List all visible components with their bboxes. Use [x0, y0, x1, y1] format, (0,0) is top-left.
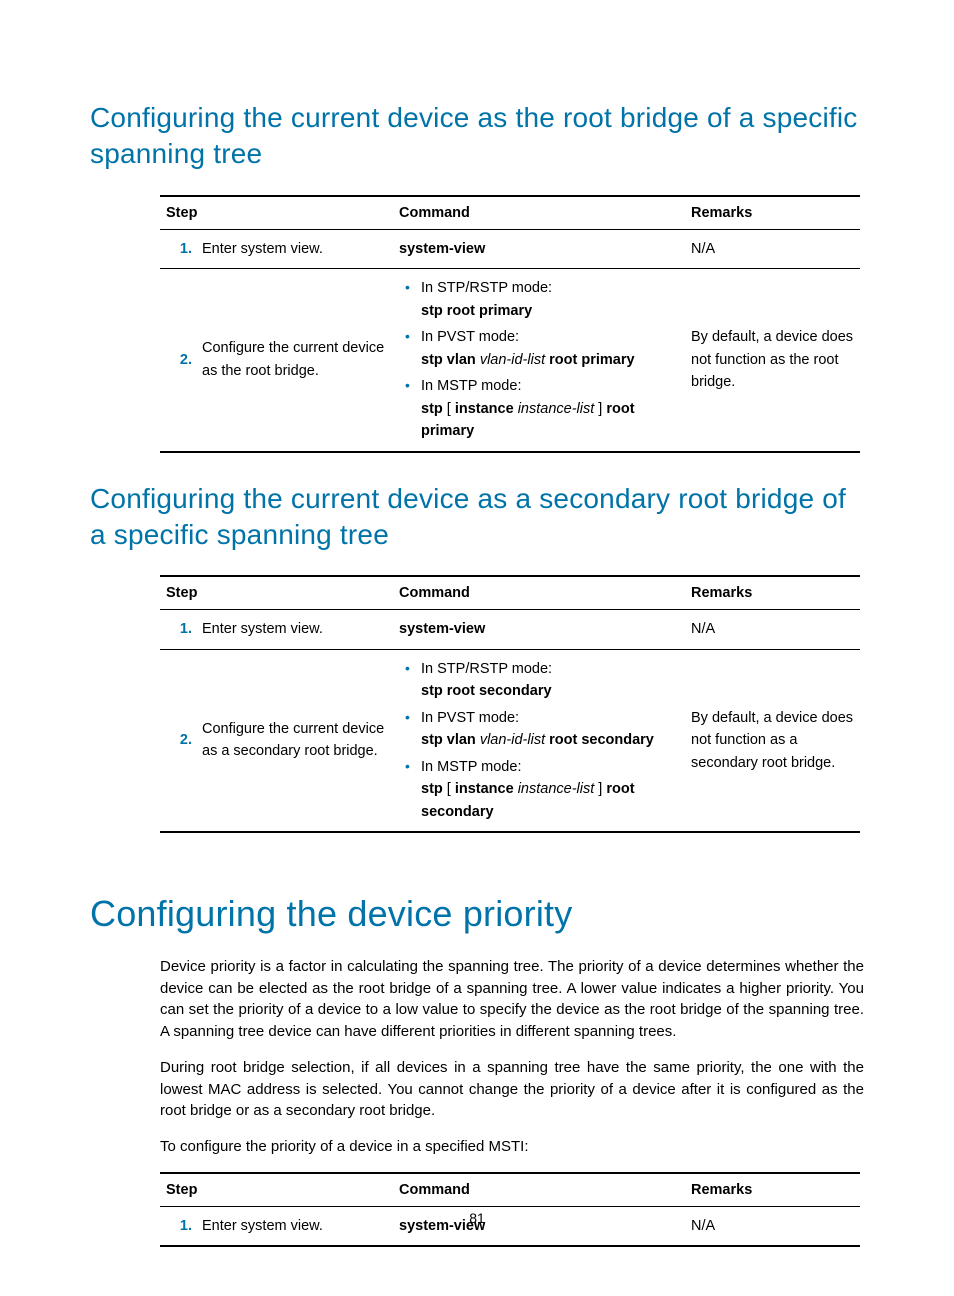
command-bullet: In PVST mode:stp vlan vlan-id-list root … [399, 326, 679, 371]
steps-table: StepCommandRemarks1.Enter system view.sy… [160, 575, 860, 833]
step-text: Configure the current device as a second… [196, 649, 393, 832]
table-row: 1.Enter system view.system-viewN/A [160, 610, 860, 649]
command-bullet: In STP/RSTP mode:stp root secondary [399, 658, 679, 703]
command-cell: system-view [393, 229, 685, 268]
step-number: 1. [160, 610, 196, 649]
command-bullet: In MSTP mode:stp [ instance instance-lis… [399, 375, 679, 442]
step-text: Configure the current device as the root… [196, 269, 393, 452]
col-remarks: Remarks [685, 196, 860, 230]
col-step: Step [160, 196, 393, 230]
step-number: 2. [160, 649, 196, 832]
paragraph: During root bridge selection, if all dev… [160, 1057, 864, 1122]
table-row: 2.Configure the current device as a seco… [160, 649, 860, 832]
step-number: 1. [160, 229, 196, 268]
command-cell: In STP/RSTP mode:stp root secondaryIn PV… [393, 649, 685, 832]
col-step: Step [160, 576, 393, 610]
section-heading: Configuring the current device as a seco… [90, 481, 864, 554]
step-text: Enter system view. [196, 229, 393, 268]
remarks-cell: By default, a device does not function a… [685, 649, 860, 832]
col-remarks: Remarks [685, 1173, 860, 1207]
steps-table: StepCommandRemarks1.Enter system view.sy… [160, 195, 860, 453]
command-bullet: In PVST mode:stp vlan vlan-id-list root … [399, 707, 679, 752]
step-text: Enter system view. [196, 610, 393, 649]
command-cell: In STP/RSTP mode:stp root primaryIn PVST… [393, 269, 685, 452]
paragraph: To configure the priority of a device in… [160, 1136, 864, 1158]
remarks-cell: N/A [685, 229, 860, 268]
col-command: Command [393, 196, 685, 230]
command-bullet: In STP/RSTP mode:stp root primary [399, 277, 679, 322]
section-heading: Configuring the current device as the ro… [90, 100, 864, 173]
paragraph: Device priority is a factor in calculati… [160, 956, 864, 1043]
step-number: 2. [160, 269, 196, 452]
col-command: Command [393, 1173, 685, 1207]
col-step: Step [160, 1173, 393, 1207]
page-number: 81 [0, 1210, 954, 1226]
remarks-cell: By default, a device does not function a… [685, 269, 860, 452]
col-remarks: Remarks [685, 576, 860, 610]
table-row: 1.Enter system view.system-viewN/A [160, 229, 860, 268]
command-bullet: In MSTP mode:stp [ instance instance-lis… [399, 756, 679, 823]
table-row: 2.Configure the current device as the ro… [160, 269, 860, 452]
remarks-cell: N/A [685, 610, 860, 649]
section-heading-major: Configuring the device priority [90, 891, 864, 938]
command-cell: system-view [393, 610, 685, 649]
col-command: Command [393, 576, 685, 610]
